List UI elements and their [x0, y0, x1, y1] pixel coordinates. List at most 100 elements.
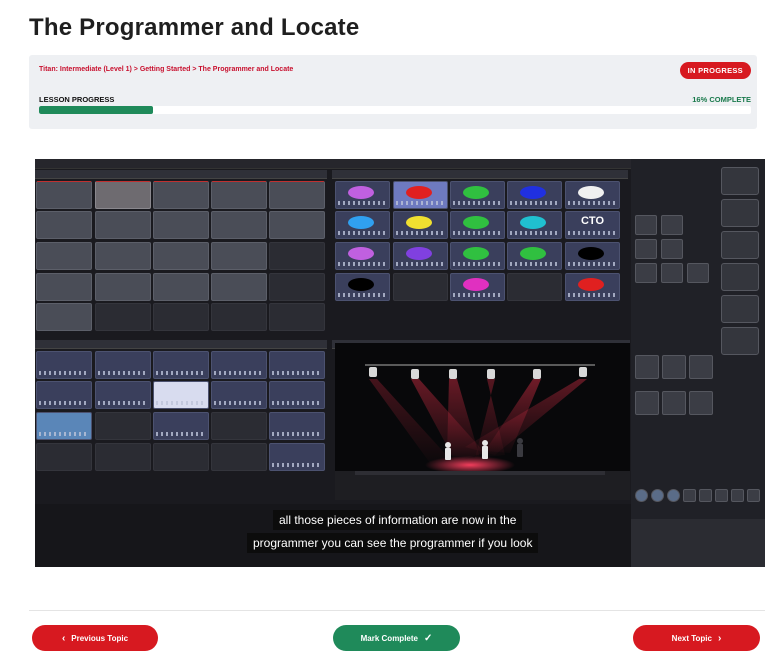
lesson-progress-card: Titan: Intermediate (Level 1) > Getting …	[29, 55, 757, 129]
tile-strip	[453, 231, 502, 235]
group-tile	[95, 211, 151, 239]
colour-tile	[507, 273, 562, 301]
colour-tile	[565, 273, 620, 301]
position-tile	[269, 351, 325, 379]
breadcrumb-lesson[interactable]: The Programmer and Locate	[198, 66, 293, 73]
mark-complete-button[interactable]: Mark Complete ✓	[333, 625, 460, 651]
colour-tile	[507, 181, 562, 209]
tile-strip	[510, 262, 559, 266]
tile-strip	[214, 401, 264, 405]
number-key	[731, 489, 744, 502]
colour-swatch	[348, 247, 374, 260]
colour-tile	[565, 242, 620, 270]
tile-strip	[510, 201, 559, 205]
group-tile	[269, 181, 325, 209]
breadcrumb-section[interactable]: Getting Started	[140, 66, 191, 73]
colour-swatch	[520, 216, 546, 229]
group-tile	[269, 242, 325, 270]
tile-strip	[453, 262, 502, 266]
position-tile	[269, 381, 325, 409]
panel-button	[635, 215, 657, 235]
position-tile	[211, 351, 267, 379]
position-tile	[95, 412, 151, 440]
group-tile	[269, 273, 325, 301]
colour-swatch	[406, 186, 432, 199]
colour-swatch	[348, 278, 374, 291]
check-icon: ✓	[423, 632, 433, 644]
software-control-panel	[631, 159, 765, 567]
colour-swatch	[348, 186, 374, 199]
position-tile	[211, 443, 267, 471]
colour-tile	[335, 211, 390, 239]
panel-button	[635, 239, 657, 259]
position-tile	[36, 412, 92, 440]
tile-strip	[396, 201, 445, 205]
tile-strip	[272, 401, 322, 405]
group-tile	[36, 273, 92, 301]
number-key	[651, 489, 664, 502]
colour-tile	[335, 181, 390, 209]
colour-swatch	[463, 216, 489, 229]
colour-tile	[450, 181, 505, 209]
group-tile	[36, 181, 92, 209]
number-key	[683, 489, 696, 502]
colour-swatch	[348, 216, 374, 229]
position-tile	[269, 443, 325, 471]
tile-strip	[338, 293, 387, 297]
groups-pane-header	[35, 170, 327, 179]
tile-strip	[568, 231, 617, 235]
side-button	[721, 327, 759, 355]
panel-button	[689, 391, 713, 415]
previous-topic-button[interactable]: ‹ Previous Topic	[32, 625, 158, 651]
subtitle-line-2: programmer you can see the programmer if…	[247, 533, 539, 553]
side-button	[721, 295, 759, 323]
next-topic-label: Next Topic	[671, 633, 712, 643]
cto-tile-label: CTO	[580, 215, 605, 227]
position-tile	[95, 381, 151, 409]
panel-footer	[631, 519, 765, 567]
group-tile	[211, 273, 267, 301]
tile-strip	[272, 371, 322, 375]
lesson-progress-fill	[39, 106, 153, 114]
colour-tile	[335, 242, 390, 270]
breadcrumb-separator: >	[192, 66, 197, 73]
tile-strip	[156, 432, 206, 436]
colour-tile	[507, 211, 562, 239]
position-tile	[95, 443, 151, 471]
tile-strip	[568, 262, 617, 266]
group-tile	[211, 181, 267, 209]
position-tile	[211, 381, 267, 409]
colour-tile	[450, 211, 505, 239]
number-key	[747, 489, 760, 502]
colours-pane-header	[332, 170, 628, 179]
position-tile	[153, 381, 209, 409]
next-topic-button[interactable]: Next Topic ›	[633, 625, 760, 651]
colour-swatch	[406, 216, 432, 229]
group-tile	[153, 303, 209, 331]
mark-complete-label: Mark Complete	[360, 633, 418, 643]
tile-strip	[338, 201, 387, 205]
colour-swatch	[578, 186, 604, 199]
colour-swatch	[406, 247, 432, 260]
number-key	[699, 489, 712, 502]
lesson-video[interactable]: all those pieces of information are now …	[35, 159, 765, 567]
breadcrumb-course[interactable]: Titan: Intermediate (Level 1)	[39, 66, 132, 73]
colour-tile	[565, 181, 620, 209]
colour-swatch	[578, 247, 604, 260]
footer-divider	[29, 610, 765, 611]
position-tile	[153, 351, 209, 379]
group-tile	[95, 303, 151, 331]
tile-strip	[156, 401, 206, 405]
lesson-progress-label: LESSON PROGRESS	[39, 95, 115, 104]
group-tile	[95, 273, 151, 301]
stage-visualiser	[335, 343, 630, 500]
page-title: The Programmer and Locate	[29, 14, 360, 41]
lesson-progress-track	[39, 106, 751, 114]
panel-button	[661, 239, 683, 259]
colour-swatch	[463, 247, 489, 260]
colour-tile	[393, 242, 448, 270]
group-tile	[36, 242, 92, 270]
side-button	[721, 199, 759, 227]
panel-button	[662, 355, 686, 379]
tile-strip	[453, 201, 502, 205]
